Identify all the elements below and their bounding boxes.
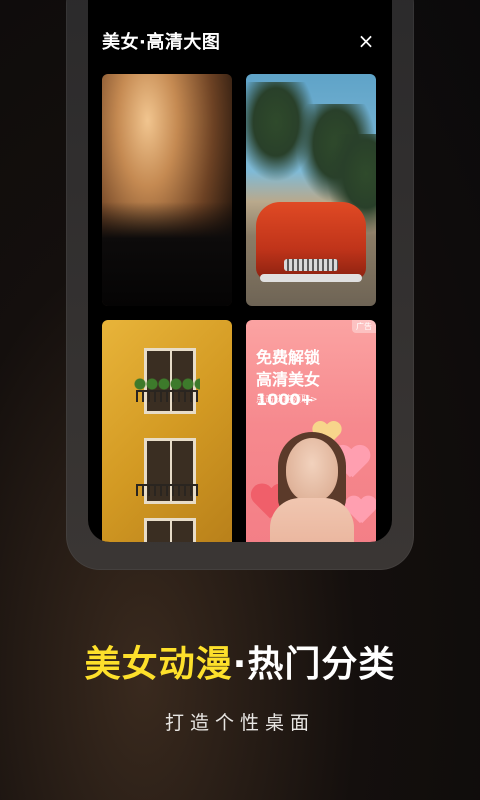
ad-headline-1: 免费解锁 [256, 348, 321, 367]
headline-accent: 美女动漫 [84, 644, 233, 685]
building-photo [102, 320, 232, 542]
popup-title: 美女·高清大图 [102, 32, 221, 53]
wallpaper-thumbnail-building[interactable] [102, 320, 232, 542]
ad-card: 广告 免费解锁 高清美女1000+ 点击快速领取> [246, 320, 376, 542]
wallpaper-grid: 广告 免费解锁 高清美女1000+ 点击快速领取> [102, 74, 378, 542]
unlock-ad-banner[interactable]: 广告 免费解锁 高清美女1000+ 点击快速领取> [246, 320, 376, 542]
wallpaper-thumbnail-car[interactable] [246, 74, 376, 306]
headline-rest: ·热门分类 [232, 644, 396, 685]
phone-screen: 美女·高清大图 × 广告 免费解锁 高清美女1000+ 点击快速领取> [88, 0, 392, 542]
wallpaper-thumbnail-woman[interactable] [102, 74, 232, 306]
ad-badge: 广告 [352, 320, 376, 333]
car-photo [246, 74, 376, 306]
promo-headline: 美女动漫·热门分类 [0, 640, 480, 690]
popup-header: 美女·高清大图 × [102, 26, 378, 56]
ad-model-face [286, 438, 338, 502]
woman-photo [102, 74, 232, 306]
ad-cta-link[interactable]: 点击快速领取> [256, 392, 318, 405]
close-icon[interactable]: × [354, 29, 378, 53]
promo-subline: 打造个性桌面 [164, 712, 315, 734]
